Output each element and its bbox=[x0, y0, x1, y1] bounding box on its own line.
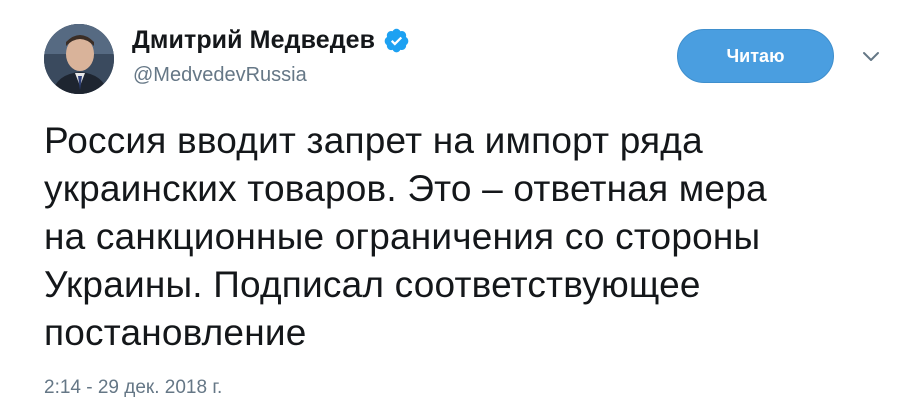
tweet-line: постановление bbox=[44, 312, 307, 353]
verified-icon bbox=[383, 27, 410, 54]
avatar-photo bbox=[44, 24, 114, 94]
author-row: Дмитрий Медведев bbox=[132, 26, 410, 55]
follow-button[interactable]: Читаю bbox=[677, 29, 834, 83]
tweet-card: Дмитрий Медведев @MedvedevRussia Читаю Р… bbox=[0, 0, 923, 408]
tweet-text: Россия вводит запрет на импорт ряда укра… bbox=[44, 117, 904, 357]
tweet-line: Украины. Подписал соответствующее bbox=[44, 264, 701, 305]
tweet-line: Россия вводит запрет на импорт ряда bbox=[44, 120, 703, 161]
author-name[interactable]: Дмитрий Медведев bbox=[132, 26, 375, 55]
tweet-timestamp[interactable]: 2:14 - 29 дек. 2018 г. bbox=[44, 377, 222, 399]
chevron-down-icon[interactable] bbox=[862, 50, 880, 62]
tweet-line: украинских товаров. Это – ответная мера bbox=[44, 168, 767, 209]
tweet-line: на санкционные ограничения со стороны bbox=[44, 216, 761, 257]
avatar[interactable] bbox=[44, 24, 114, 94]
author-handle[interactable]: @MedvedevRussia bbox=[133, 64, 307, 87]
